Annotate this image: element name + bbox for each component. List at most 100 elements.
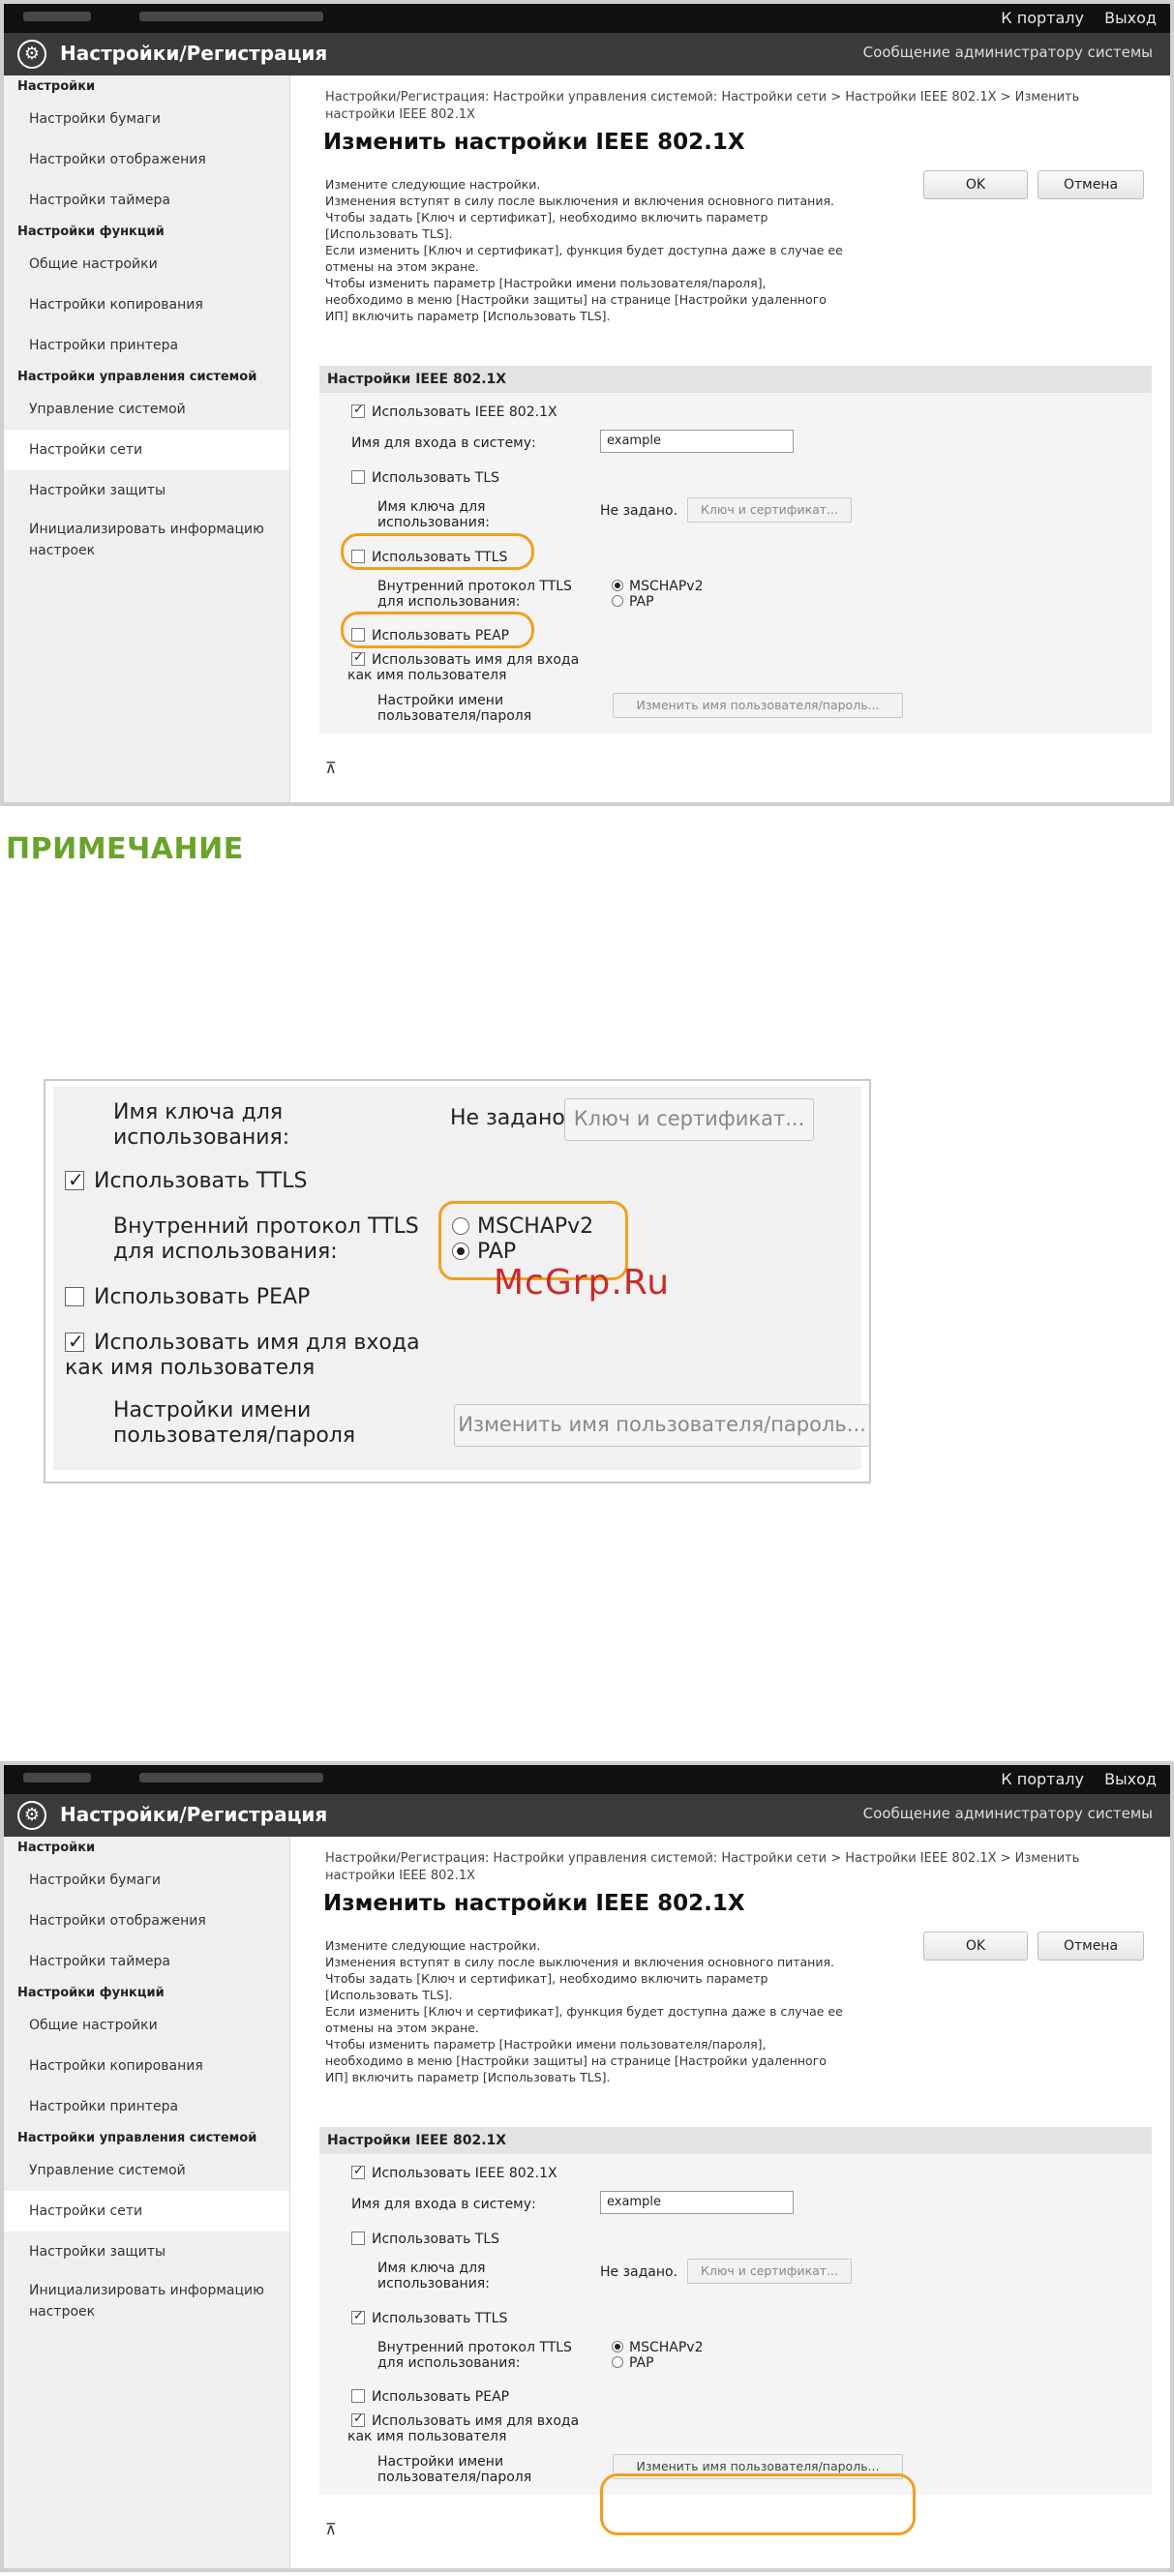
key-label-line2: использования: bbox=[377, 515, 490, 530]
sidebar-item-paper[interactable]: Настройки бумаги bbox=[4, 1860, 289, 1901]
use-tls-row[interactable]: Использовать TLS bbox=[351, 470, 499, 486]
back-to-top-icon[interactable]: ⊼ bbox=[325, 759, 337, 777]
zoom-user-settings-line1: Настройки имени bbox=[113, 1398, 312, 1423]
sidebar-item-initialize[interactable]: Инициализировать информацию настроек bbox=[4, 511, 289, 569]
use-ieee-checkbox[interactable] bbox=[351, 403, 365, 418]
sidebar-category-system: Настройки управления системой bbox=[17, 370, 257, 384]
sidebar-item-timer[interactable]: Настройки таймера bbox=[4, 180, 289, 221]
pap-option[interactable]: PAP bbox=[612, 594, 703, 610]
use-login-as-user-row[interactable]: Использовать имя для входа как имя польз… bbox=[347, 650, 580, 683]
sidebar-item-initialize-line2: настроек bbox=[29, 543, 96, 558]
key-certificate-button[interactable]: Ключ и сертификат... bbox=[687, 497, 852, 523]
zoom-use-login-line2: как имя пользователя bbox=[65, 1356, 316, 1380]
use-login-as-user-line1: Использовать имя для входа bbox=[372, 652, 580, 668]
sidebar-item-initialize-line2: настроек bbox=[29, 2304, 96, 2320]
use-ieee-label: Использовать IEEE 802.1X bbox=[372, 404, 557, 420]
mschap-option[interactable]: MSCHAPv2 bbox=[612, 2340, 703, 2355]
sidebar-item-network[interactable]: Настройки сети bbox=[4, 2191, 289, 2232]
sidebar-item-printer[interactable]: Настройки принтера bbox=[4, 2086, 289, 2127]
logout-link[interactable]: Выход bbox=[1104, 9, 1157, 27]
key-certificate-button[interactable]: Ключ и сертификат... bbox=[687, 2259, 852, 2284]
ok-button[interactable]: OK bbox=[923, 170, 1028, 199]
sidebar-item-system-management[interactable]: Управление системой bbox=[4, 389, 289, 430]
portal-link[interactable]: К порталу bbox=[1001, 1770, 1084, 1788]
use-ieee-checkbox[interactable] bbox=[351, 2164, 365, 2179]
use-ttls-row[interactable]: Использовать TTLS bbox=[351, 2309, 507, 2326]
use-tls-checkbox[interactable] bbox=[351, 2232, 365, 2245]
sidebar-item-common[interactable]: Общие настройки bbox=[4, 2005, 289, 2046]
login-name-label: Имя для входа в систему: bbox=[351, 435, 536, 451]
login-name-input[interactable]: example bbox=[600, 2191, 794, 2214]
sidebar-item-printer[interactable]: Настройки принтера bbox=[4, 325, 289, 366]
use-tls-label: Использовать TLS bbox=[372, 470, 500, 486]
cancel-button[interactable]: Отмена bbox=[1038, 1932, 1144, 1961]
page-title: Изменить настройки IEEE 802.1X bbox=[323, 1891, 745, 1916]
sidebar-item-system-management[interactable]: Управление системой bbox=[4, 2150, 289, 2191]
sidebar-item-display[interactable]: Настройки отображения bbox=[4, 139, 289, 180]
zoom-user-settings-label: Настройки имени пользователя/пароля bbox=[113, 1398, 355, 1449]
sidebar-item-timer[interactable]: Настройки таймера bbox=[4, 1941, 289, 1982]
mschap-option[interactable]: MSCHAPv2 bbox=[612, 579, 703, 594]
zoom-use-ttls-checkbox[interactable] bbox=[65, 1167, 84, 1192]
mschap-radio[interactable] bbox=[612, 580, 623, 591]
user-settings-line2: пользователя/пароля bbox=[377, 708, 532, 724]
portal-link[interactable]: К порталу bbox=[1001, 9, 1084, 27]
sidebar-item-network[interactable]: Настройки сети bbox=[4, 430, 289, 470]
logout-link[interactable]: Выход bbox=[1104, 1770, 1157, 1788]
pap-radio[interactable] bbox=[612, 595, 623, 607]
use-tls-checkbox[interactable] bbox=[351, 470, 365, 484]
pap-option[interactable]: PAP bbox=[612, 2355, 703, 2371]
breadcrumb-line1[interactable]: Настройки/Регистрация: Настройки управле… bbox=[325, 89, 1109, 106]
use-ieee-row[interactable]: Использовать IEEE 802.1X bbox=[351, 2164, 557, 2181]
form-area: Использовать IEEE 802.1X Имя для входа в… bbox=[319, 2154, 1152, 2495]
title-bar: ⚙ Настройки/Регистрация Сообщение админи… bbox=[4, 33, 1170, 75]
sidebar-item-initialize[interactable]: Инициализировать информацию настроек bbox=[4, 2272, 289, 2330]
use-login-as-user-checkbox[interactable] bbox=[351, 2411, 365, 2427]
admin-message-link[interactable]: Сообщение администратору системы bbox=[863, 1805, 1153, 1822]
desc-line: Изменения вступят в силу после выключени… bbox=[325, 194, 834, 208]
zoom-key-certificate-button[interactable]: Ключ и сертификат... bbox=[564, 1098, 814, 1141]
sidebar-item-security[interactable]: Настройки защиты bbox=[4, 470, 289, 511]
zoom-use-peap-row[interactable]: Использовать PEAP bbox=[65, 1285, 310, 1310]
use-login-as-user-checkbox[interactable] bbox=[351, 650, 365, 666]
inner-protocol-line1: Внутренний протокол TTLS bbox=[377, 2340, 572, 2355]
use-peap-checkbox[interactable] bbox=[351, 2389, 365, 2403]
zoom-use-peap-checkbox[interactable] bbox=[65, 1287, 84, 1306]
login-name-input[interactable]: example bbox=[600, 430, 794, 453]
sidebar-item-security[interactable]: Настройки защиты bbox=[4, 2232, 289, 2272]
sidebar-item-common[interactable]: Общие настройки bbox=[4, 244, 289, 285]
breadcrumb: Настройки/Регистрация: Настройки управле… bbox=[325, 1850, 1109, 1885]
use-login-as-user-line2: как имя пользователя bbox=[347, 668, 507, 683]
sidebar-item-copy[interactable]: Настройки копирования bbox=[4, 285, 289, 325]
sidebar-item-display[interactable]: Настройки отображения bbox=[4, 1901, 289, 1941]
sidebar-item-paper[interactable]: Настройки бумаги bbox=[4, 99, 289, 139]
desc-line: необходимо в меню [Настройки защиты] на … bbox=[325, 292, 827, 307]
zoom-use-login-line1: Использовать имя для входа bbox=[94, 1331, 420, 1355]
zoom-use-ttls-row[interactable]: Использовать TTLS bbox=[65, 1167, 308, 1194]
desc-line: [Использовать TLS]. bbox=[325, 226, 453, 241]
breadcrumb-line2: настройки IEEE 802.1X bbox=[325, 1869, 476, 1883]
app-title: Настройки/Регистрация bbox=[60, 1803, 328, 1826]
use-tls-label: Использовать TLS bbox=[372, 2232, 500, 2247]
use-login-as-user-row[interactable]: Использовать имя для входа как имя польз… bbox=[347, 2411, 579, 2444]
use-peap-row[interactable]: Использовать PEAP bbox=[351, 2389, 509, 2405]
sidebar-category-functions: Настройки функций bbox=[17, 1986, 165, 2000]
use-tls-row[interactable]: Использовать TLS bbox=[351, 2232, 499, 2247]
zoom-key-status: Не задано. bbox=[450, 1106, 572, 1130]
zoom-use-login-checkbox[interactable] bbox=[65, 1329, 84, 1354]
admin-message-link[interactable]: Сообщение администратору системы bbox=[863, 44, 1153, 61]
zoom-use-login-row[interactable]: Использовать имя для входа как имя польз… bbox=[65, 1329, 420, 1381]
back-to-top-icon[interactable]: ⊼ bbox=[325, 2520, 337, 2538]
blurred-text bbox=[23, 12, 91, 21]
use-ieee-row[interactable]: Использовать IEEE 802.1X bbox=[351, 403, 557, 420]
pap-radio[interactable] bbox=[612, 2356, 623, 2368]
zoom-change-user-password-button[interactable]: Изменить имя пользователя/пароль... bbox=[454, 1404, 870, 1447]
sidebar-item-copy[interactable]: Настройки копирования bbox=[4, 2046, 289, 2086]
mschap-radio[interactable] bbox=[612, 2341, 623, 2352]
ok-button[interactable]: OK bbox=[923, 1932, 1028, 1961]
cancel-button[interactable]: Отмена bbox=[1038, 170, 1144, 199]
main-content: Настройки/Регистрация: Настройки управле… bbox=[290, 75, 1170, 802]
use-ttls-checkbox[interactable] bbox=[351, 2309, 365, 2324]
breadcrumb-line1[interactable]: Настройки/Регистрация: Настройки управле… bbox=[325, 1850, 1109, 1868]
change-user-password-button[interactable]: Изменить имя пользователя/пароль... bbox=[613, 693, 903, 718]
